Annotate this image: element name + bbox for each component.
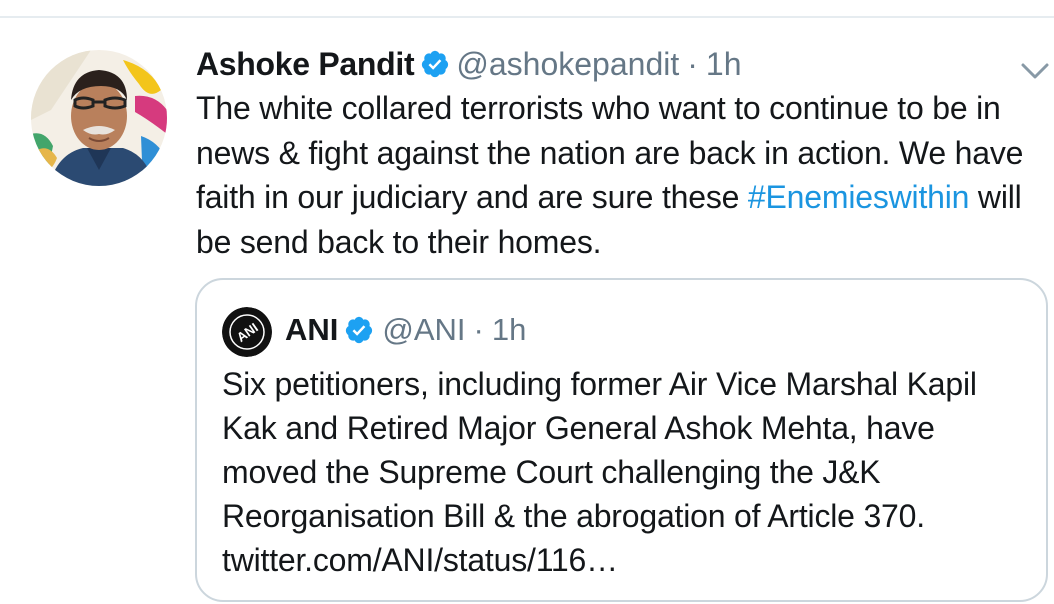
display-name[interactable]: Ashoke Pandit xyxy=(196,46,415,83)
ani-logo: ANI xyxy=(222,307,272,357)
quoted-timestamp[interactable]: 1h xyxy=(492,312,526,348)
quoted-tweet-text: Six petitioners, including former Air Vi… xyxy=(222,362,1032,582)
quoted-status-link[interactable]: twitter.com/ANI/status/116… xyxy=(222,542,618,578)
chevron-down-icon[interactable] xyxy=(1018,58,1052,84)
hashtag-link[interactable]: #Enemieswithin xyxy=(748,179,970,215)
handle[interactable]: @ashokepandit xyxy=(456,46,679,83)
timestamp[interactable]: 1h xyxy=(706,46,742,83)
tweet-header: Ashoke Pandit @ashokepandit · 1h xyxy=(196,44,741,84)
tweet-text: The white collared terrorists who want t… xyxy=(196,86,1046,264)
avatar[interactable] xyxy=(31,50,167,186)
verified-badge-icon xyxy=(420,49,450,79)
quoted-tweet-card[interactable]: ANI ANI @ANI · 1h Six petitioners, inclu… xyxy=(195,278,1048,602)
avatar-photo xyxy=(31,50,167,186)
verified-badge-icon xyxy=(344,315,374,345)
quoted-avatar[interactable]: ANI xyxy=(222,307,272,357)
quoted-text-body: Six petitioners, including former Air Vi… xyxy=(222,366,977,534)
quoted-handle[interactable]: @ANI xyxy=(382,312,465,348)
quoted-tweet-header: ANI @ANI · 1h xyxy=(285,310,526,350)
separator-dot: · xyxy=(473,312,484,347)
quoted-display-name[interactable]: ANI xyxy=(285,312,338,348)
tweet[interactable]: Ashoke Pandit @ashokepandit · 1h The whi… xyxy=(0,18,1054,604)
separator-dot: · xyxy=(687,45,698,82)
